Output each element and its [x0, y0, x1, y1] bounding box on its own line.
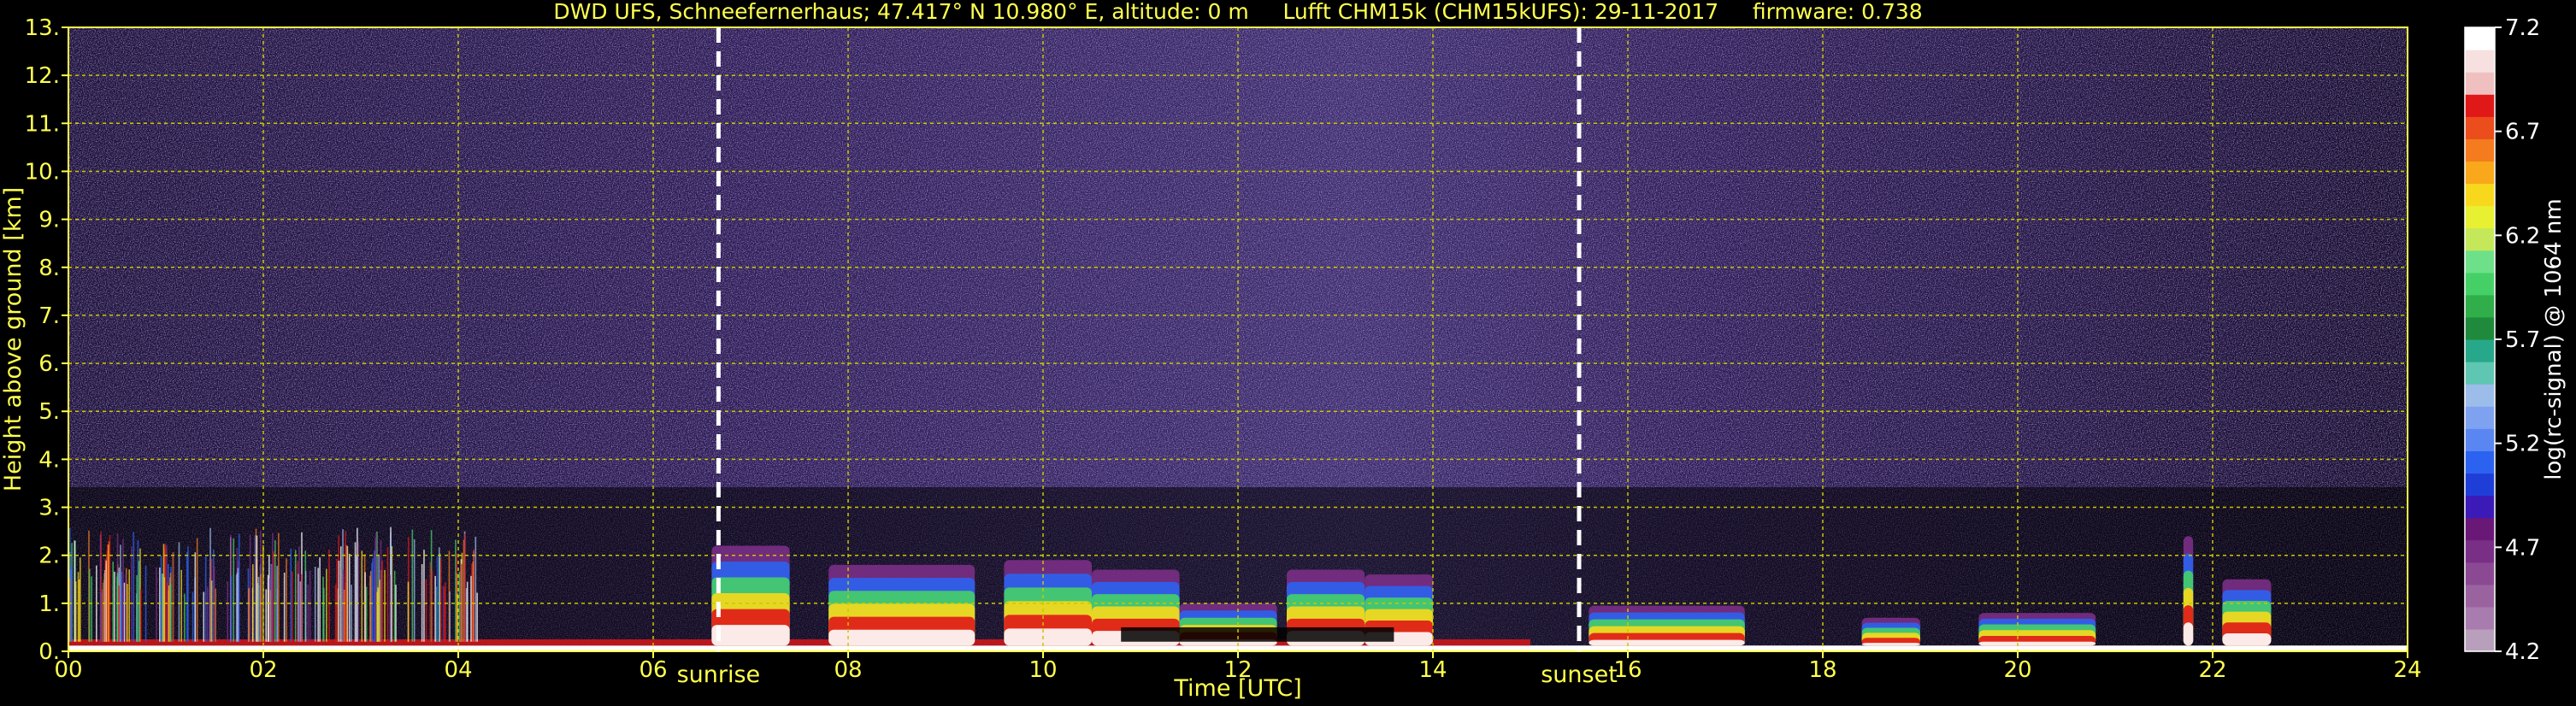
- ceilometer-chart: sunrise sunset 0.1.2.3.4.5.6.7.8.9.10.11.…: [0, 0, 2567, 702]
- cloud-layer: [1589, 639, 1745, 646]
- colorbar-swatch: [2465, 138, 2495, 162]
- colorbar-swatch: [2465, 205, 2495, 229]
- x-tick-label: 08: [834, 657, 862, 683]
- y-tick-label: 5.: [38, 399, 60, 425]
- marker-label-sunrise: sunrise: [677, 662, 761, 688]
- colorbar-tick-label: 7.2: [2505, 15, 2540, 41]
- attenuated-band: [1121, 627, 1394, 642]
- y-tick-label: 10.: [25, 159, 60, 185]
- y-tick-label: 13.: [25, 15, 60, 41]
- colorbar-swatch: [2465, 495, 2495, 519]
- x-tick-label: 04: [444, 657, 472, 683]
- colorbar-tick-label: 5.7: [2505, 327, 2540, 353]
- cloud-layer: [1861, 643, 1920, 646]
- colorbar-swatch: [2465, 161, 2495, 185]
- colorbar-swatch: [2465, 473, 2495, 497]
- x-axis-label: Time [UTC]: [1173, 675, 1301, 702]
- colorbar-label: log(rc-signal) @ 1064 nm: [2541, 198, 2567, 479]
- y-tick-label: 6.: [38, 351, 60, 377]
- chart-title: DWD UFS, Schneefernerhaus; 47.417° N 10.…: [553, 0, 1922, 24]
- colorbar-tick-label: 6.2: [2505, 223, 2540, 249]
- y-axis-label: Height above ground [km]: [0, 187, 27, 491]
- colorbar-swatch: [2465, 72, 2495, 95]
- colorbar: 7.2 6.7 6.2 5.7 5.2 4.7 4.2: [2464, 15, 2540, 665]
- colorbar-swatch: [2465, 517, 2495, 541]
- y-axis-ticks: 0.1.2.3.4.5.6.7.8.9.10.11.12.13.: [25, 15, 68, 665]
- cloud-layer: [828, 629, 976, 646]
- colorbar-swatch: [2465, 628, 2495, 652]
- colorbar-tick-label: 6.7: [2505, 120, 2540, 145]
- y-tick-label: 8.: [38, 256, 60, 281]
- colorbar-swatch: [2465, 250, 2495, 274]
- colorbar-swatch: [2465, 116, 2495, 139]
- colorbar-tick-label: 4.7: [2505, 535, 2540, 561]
- colorbar-swatch: [2465, 27, 2495, 50]
- colorbar-swatch: [2465, 339, 2495, 362]
- colorbar-swatch: [2465, 428, 2495, 451]
- colorbar-swatch: [2465, 606, 2495, 630]
- x-tick-label: 22: [2198, 657, 2226, 683]
- y-tick-label: 4.: [38, 447, 60, 473]
- x-tick-label: 00: [54, 657, 82, 683]
- colorbar-swatch: [2465, 450, 2495, 474]
- colorbar-swatch: [2465, 50, 2495, 73]
- colorbar-swatch: [2465, 316, 2495, 340]
- x-tick-label: 20: [2003, 657, 2031, 683]
- y-tick-label: 11.: [25, 111, 60, 137]
- y-tick-label: 3.: [38, 496, 60, 521]
- colorbar-swatch: [2465, 406, 2495, 429]
- marker-label-sunset: sunset: [1541, 662, 1618, 688]
- y-tick-label: 12.: [25, 63, 60, 89]
- cloud-layer: [1004, 628, 1092, 646]
- colorbar-swatch: [2465, 94, 2495, 117]
- colorbar-tick-label: 5.2: [2505, 432, 2540, 457]
- colorbar-swatch: [2465, 362, 2495, 385]
- y-tick-label: 9.: [38, 208, 60, 233]
- x-tick-label: 24: [2393, 657, 2421, 683]
- x-tick-label: 16: [1613, 657, 1642, 683]
- cloud-layer: [2183, 622, 2194, 646]
- colorbar-tick-label: 4.2: [2505, 639, 2540, 665]
- x-tick-label: 10: [1029, 657, 1057, 683]
- cloud-layer: [2222, 632, 2272, 646]
- x-tick-label: 02: [249, 657, 277, 683]
- colorbar-swatch: [2465, 272, 2495, 296]
- colorbar-swatch: [2465, 562, 2495, 585]
- plot-area: [68, 27, 2408, 651]
- x-tick-label: 14: [1418, 657, 1447, 683]
- x-tick-label: 06: [639, 657, 667, 683]
- cloud-layer: [1978, 641, 2096, 646]
- colorbar-swatch: [2465, 384, 2495, 407]
- colorbar-swatch: [2465, 539, 2495, 563]
- colorbar-swatch: [2465, 584, 2495, 608]
- colorbar-swatch: [2465, 227, 2495, 251]
- x-tick-label: 18: [1808, 657, 1836, 683]
- colorbar-swatch: [2465, 294, 2495, 318]
- cloud-layer: [711, 625, 790, 646]
- y-tick-label: 2.: [38, 544, 60, 569]
- y-tick-label: 7.: [38, 303, 60, 329]
- y-tick-label: 1.: [38, 591, 60, 617]
- colorbar-swatch: [2465, 183, 2495, 207]
